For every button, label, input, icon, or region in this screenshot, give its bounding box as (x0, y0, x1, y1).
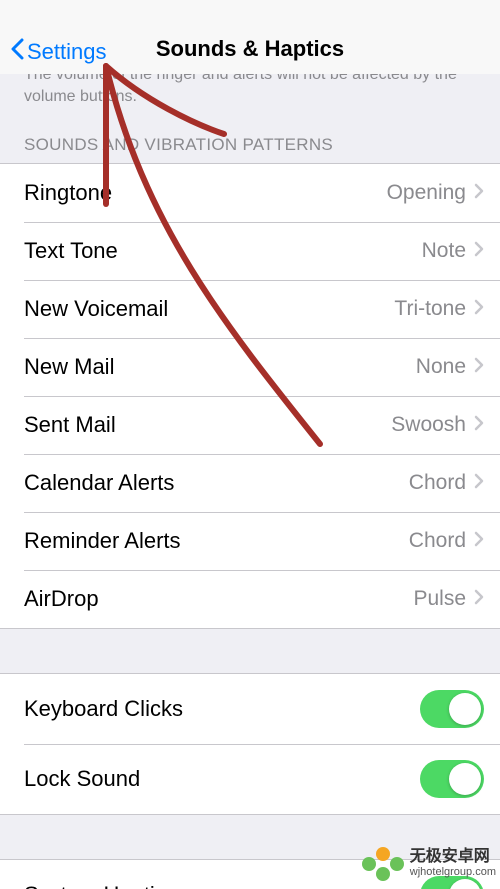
row-value: Tri-tone (394, 297, 466, 321)
section-gap (0, 629, 500, 673)
page-title: Sounds & Haptics (156, 36, 344, 62)
row-label: Calendar Alerts (24, 470, 174, 496)
row-value: Note (422, 239, 466, 263)
row-ringtone[interactable]: Ringtone Opening (0, 164, 500, 222)
toggles-list: Keyboard Clicks Lock Sound (0, 673, 500, 815)
row-label: Text Tone (24, 238, 118, 264)
row-keyboard-clicks[interactable]: Keyboard Clicks (0, 674, 500, 744)
row-label: Keyboard Clicks (24, 696, 183, 722)
row-new-mail[interactable]: New Mail None (0, 338, 500, 396)
chevron-right-icon (474, 588, 484, 611)
toggle-lock-sound[interactable] (420, 760, 484, 798)
chevron-right-icon (474, 530, 484, 553)
toggle-keyboard-clicks[interactable] (420, 690, 484, 728)
row-airdrop[interactable]: AirDrop Pulse (0, 570, 500, 628)
section-gap (0, 815, 500, 859)
row-lock-sound[interactable]: Lock Sound (0, 744, 500, 814)
toggle-knob (449, 879, 481, 889)
row-reminder-alerts[interactable]: Reminder Alerts Chord (0, 512, 500, 570)
row-label: AirDrop (24, 586, 99, 612)
row-value: None (416, 355, 466, 379)
row-value: Pulse (413, 587, 466, 611)
volume-footer-text: The volume of the ringer and alerts will… (0, 74, 500, 135)
content-scroll[interactable]: The volume of the ringer and alerts will… (0, 74, 500, 889)
row-value: Chord (409, 471, 466, 495)
row-new-voicemail[interactable]: New Voicemail Tri-tone (0, 280, 500, 338)
row-text-tone[interactable]: Text Tone Note (0, 222, 500, 280)
row-label: System Haptics (24, 882, 177, 889)
row-system-haptics[interactable]: System Haptics (0, 860, 500, 889)
toggle-system-haptics[interactable] (420, 876, 484, 889)
row-sent-mail[interactable]: Sent Mail Swoosh (0, 396, 500, 454)
row-value: Swoosh (391, 413, 466, 437)
chevron-left-icon (10, 38, 24, 66)
toggle-knob (449, 693, 481, 725)
row-value: Opening (387, 181, 466, 205)
navbar: Settings Sounds & Haptics (0, 0, 500, 74)
row-value: Chord (409, 529, 466, 553)
row-label: Sent Mail (24, 412, 116, 438)
row-calendar-alerts[interactable]: Calendar Alerts Chord (0, 454, 500, 512)
back-label: Settings (27, 39, 107, 65)
row-label: New Mail (24, 354, 114, 380)
chevron-right-icon (474, 356, 484, 379)
row-label: Lock Sound (24, 766, 140, 792)
section-header-sounds: SOUNDS AND VIBRATION PATTERNS (0, 135, 500, 163)
chevron-right-icon (474, 182, 484, 205)
chevron-right-icon (474, 240, 484, 263)
row-label: Reminder Alerts (24, 528, 181, 554)
toggle-knob (449, 763, 481, 795)
row-label: Ringtone (24, 180, 112, 206)
row-label: New Voicemail (24, 296, 168, 322)
sounds-list: Ringtone Opening Text Tone Note New Voic… (0, 163, 500, 629)
haptics-list: System Haptics (0, 859, 500, 889)
chevron-right-icon (474, 298, 484, 321)
chevron-right-icon (474, 414, 484, 437)
chevron-right-icon (474, 472, 484, 495)
back-button[interactable]: Settings (10, 38, 107, 66)
